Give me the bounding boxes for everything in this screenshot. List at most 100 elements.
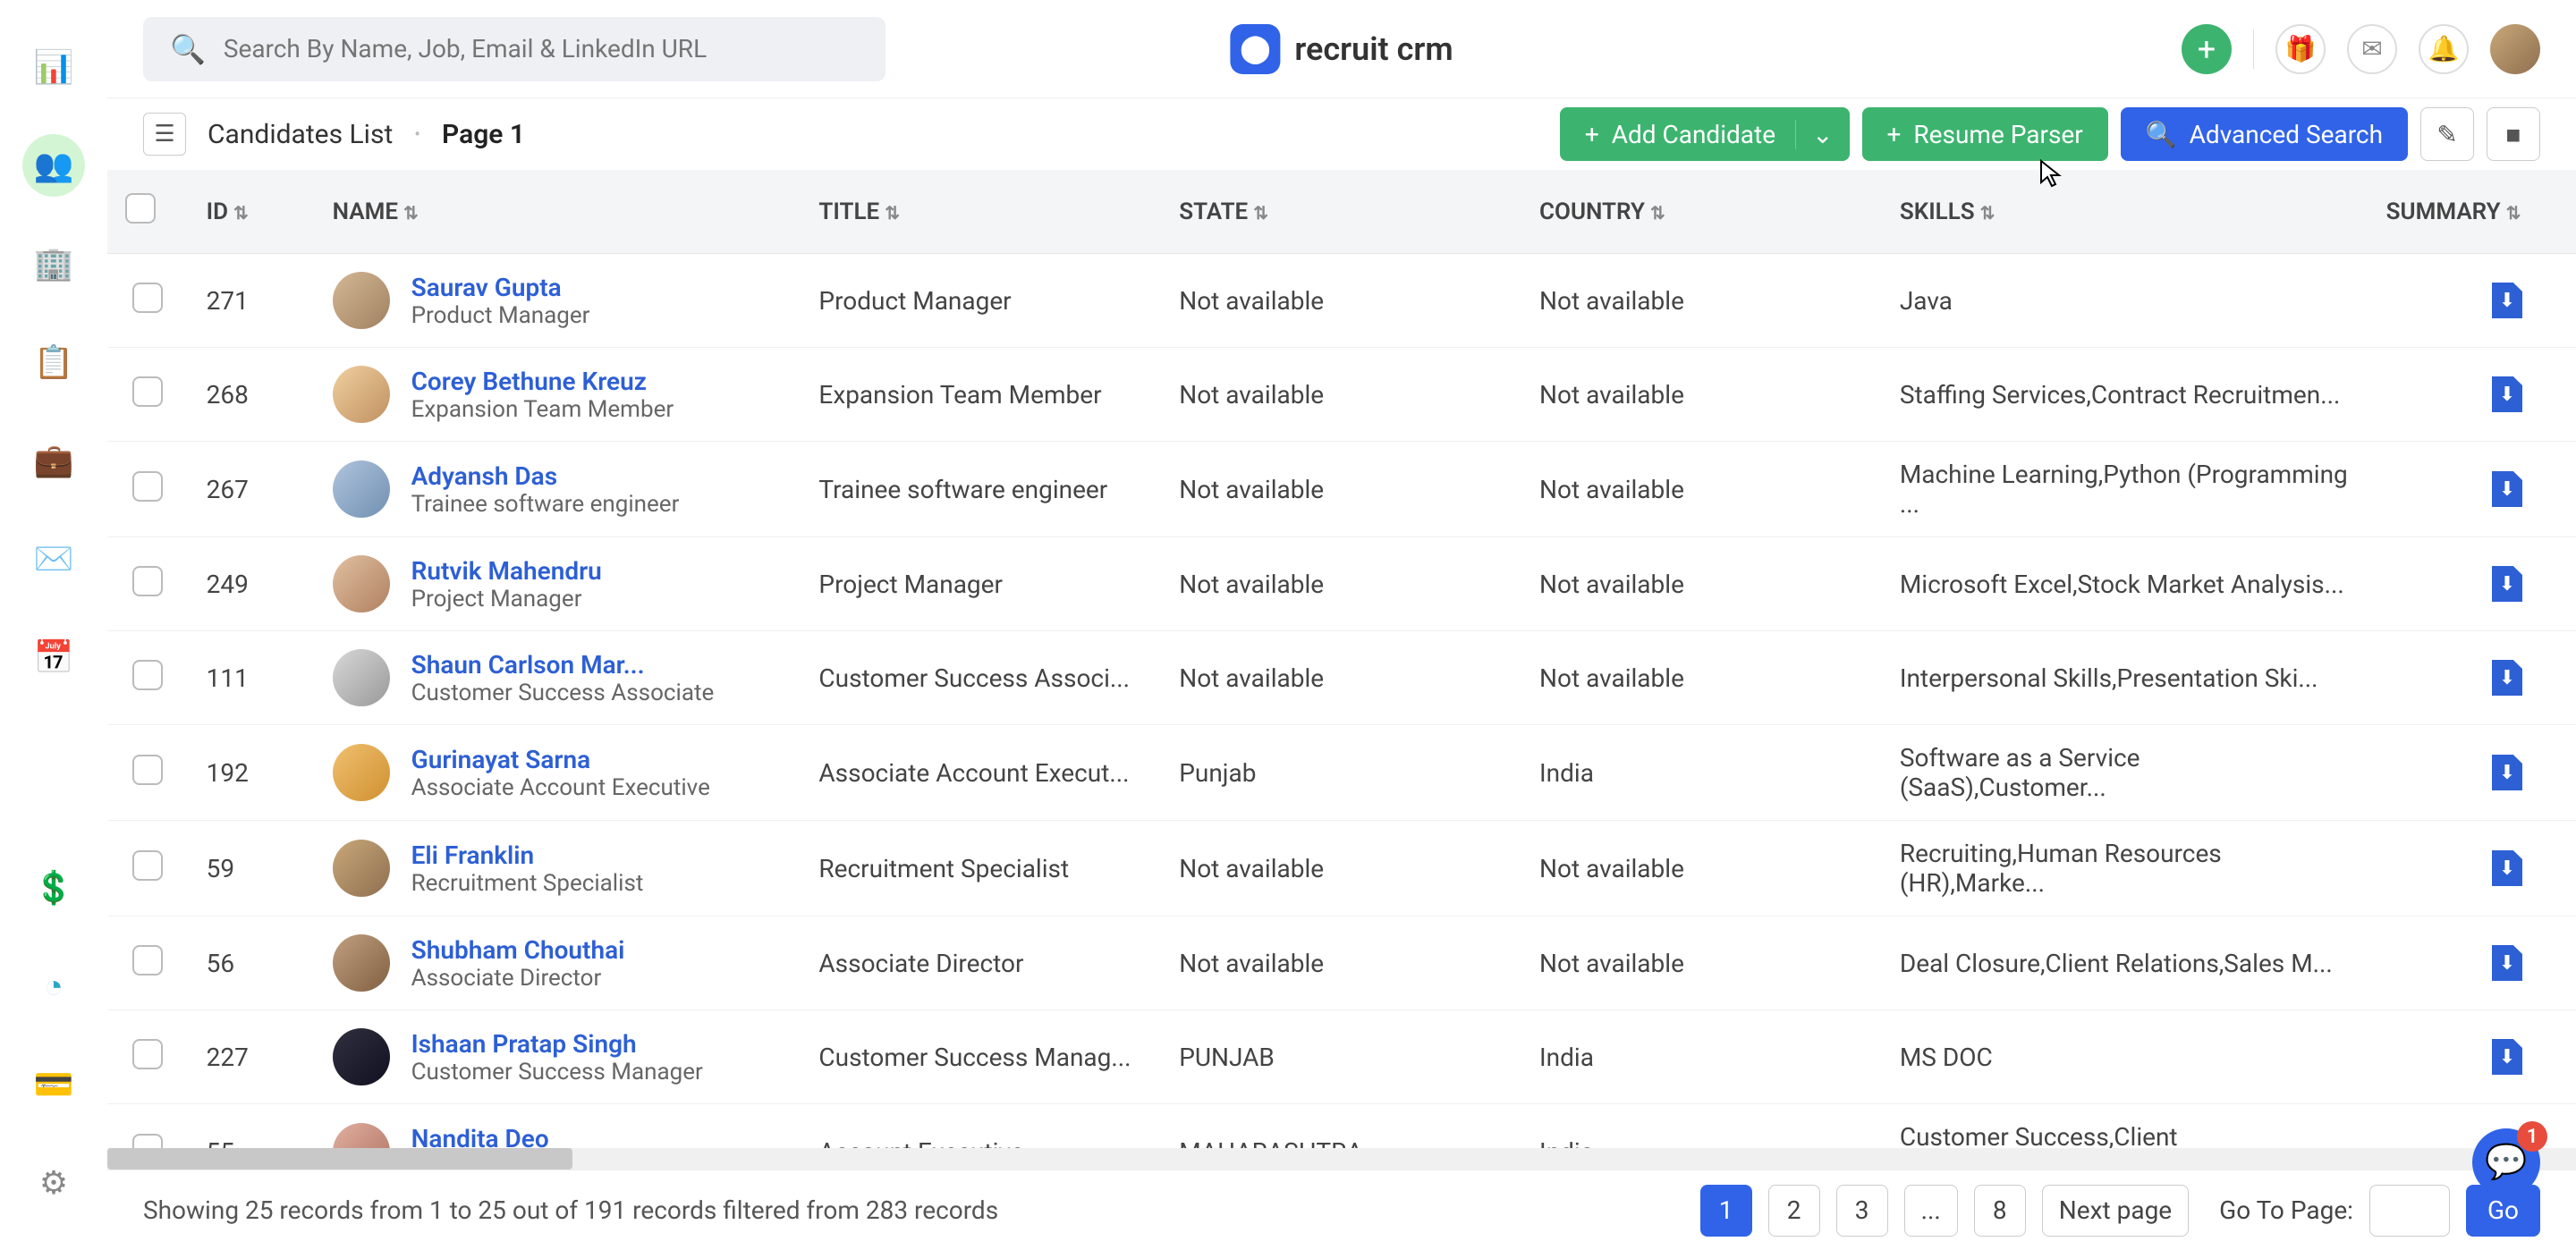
edit-button[interactable]: ✎ (2420, 107, 2474, 161)
cell-state: Not available (1161, 916, 1521, 1010)
search-input[interactable] (224, 34, 859, 63)
row-checkbox[interactable] (132, 566, 163, 596)
download-file-icon[interactable]: ⬇ (2492, 1039, 2522, 1075)
header-add-button[interactable]: + (2182, 24, 2232, 74)
col-skills-header[interactable]: SKILLS⇅ (1900, 198, 1996, 225)
sidebar-item[interactable]: 📋 (22, 331, 85, 393)
cell-country: Not available (1521, 537, 1882, 631)
add-candidate-button[interactable]: + Add Candidate ⌄ (1560, 107, 1850, 161)
row-checkbox[interactable] (132, 660, 163, 690)
sidebar-item[interactable]: ◔ (22, 955, 85, 1018)
col-country-header[interactable]: COUNTRY⇅ (1539, 198, 1665, 225)
cell-state: PUNJAB (1161, 1010, 1521, 1104)
next-page-button[interactable]: Next page (2042, 1185, 2189, 1237)
nav-icon: ✉️ (36, 541, 72, 577)
list-view-icon[interactable]: ☰ (143, 113, 186, 156)
download-file-icon[interactable]: ⬇ (2492, 660, 2522, 696)
sidebar-item[interactable]: 💳 (22, 1053, 85, 1116)
row-checkbox[interactable] (132, 471, 163, 502)
sidebar-item[interactable]: 💲 (22, 857, 85, 919)
row-checkbox[interactable] (132, 283, 163, 313)
candidate-name-link[interactable]: Eli Franklin (411, 840, 644, 870)
row-checkbox[interactable] (132, 850, 163, 881)
global-search[interactable]: 🔍 (143, 17, 886, 81)
cell-state: Not available (1161, 348, 1521, 442)
row-checkbox[interactable] (132, 945, 163, 976)
download-file-icon[interactable]: ⬇ (2492, 945, 2522, 981)
table-row: 59Eli FranklinRecruitment SpecialistRecr… (107, 821, 2576, 916)
table-row: 268Corey Bethune KreuzExpansion Team Mem… (107, 348, 2576, 442)
left-sidebar: 📊 👥 🏢 📋 💼 ✉️ 📅 💲 ◔ 💳 ⚙ (0, 0, 107, 1250)
candidate-name-link[interactable]: Corey Bethune Kreuz (411, 367, 674, 396)
page-number-button[interactable]: 3 (1836, 1185, 1888, 1237)
sidebar-item[interactable]: 📅 (22, 626, 85, 688)
col-title-header[interactable]: TITLE⇅ (818, 198, 900, 225)
avatar (333, 1028, 390, 1085)
chevron-down-icon[interactable]: ⌄ (1795, 120, 1833, 149)
col-summary-header[interactable]: SUMMARY⇅ (2386, 198, 2521, 225)
candidate-subtitle: Associate Director (411, 965, 625, 992)
candidates-table-area: ID⇅ NAME⇅ TITLE⇅ STATE⇅ COUNTRY⇅ SKILLS⇅… (107, 170, 2576, 1170)
avatar (333, 366, 390, 423)
table-row: 249Rutvik MahendruProject ManagerProject… (107, 537, 2576, 631)
sidebar-item[interactable]: 👥 (22, 134, 85, 197)
nav-icon: 💲 (36, 870, 72, 906)
col-state-header[interactable]: STATE⇅ (1179, 198, 1268, 225)
select-all-checkbox[interactable] (125, 193, 156, 224)
candidate-name-link[interactable]: Saurav Gupta (411, 273, 590, 302)
download-file-icon[interactable]: ⬇ (2492, 471, 2522, 507)
gift-icon[interactable]: 🎁 (2275, 24, 2326, 74)
divider (2253, 30, 2254, 69)
page-number-button[interactable]: 1 (1700, 1185, 1752, 1237)
cell-country: Not available (1521, 254, 1882, 348)
col-name-header[interactable]: NAME⇅ (333, 198, 419, 225)
goto-page-input[interactable] (2369, 1185, 2450, 1237)
mail-icon[interactable]: ✉ (2347, 24, 2397, 74)
sort-icon: ⇅ (1650, 202, 1665, 224)
row-checkbox[interactable] (132, 376, 163, 407)
page-number-button[interactable]: 8 (1974, 1185, 2026, 1237)
sidebar-item[interactable]: ✉️ (22, 528, 85, 590)
sidebar-item[interactable]: 🏢 (22, 232, 85, 295)
download-file-icon[interactable]: ⬇ (2492, 755, 2522, 790)
scrollbar-thumb[interactable] (107, 1148, 572, 1170)
candidate-name-link[interactable]: Gurinayat Sarna (411, 745, 710, 774)
candidate-name-link[interactable]: Shaun Carlson Mar... (411, 650, 715, 680)
candidate-name-link[interactable]: Ishaan Pratap Singh (411, 1029, 703, 1059)
user-avatar[interactable] (2490, 24, 2540, 74)
row-checkbox[interactable] (132, 1039, 163, 1069)
candidate-name-link[interactable]: Rutvik Mahendru (411, 556, 602, 586)
plus-icon: + (1887, 120, 1902, 149)
download-file-icon[interactable]: ⬇ (2492, 283, 2522, 318)
horizontal-scrollbar[interactable] (107, 1148, 2576, 1170)
chat-bubble[interactable]: 💬 1 (2472, 1128, 2540, 1196)
cell-title: Customer Success Manag... (801, 1010, 1161, 1104)
sort-icon: ⇅ (1253, 202, 1268, 224)
row-checkbox[interactable] (132, 755, 163, 785)
cell-id: 267 (189, 442, 315, 537)
col-id-header[interactable]: ID⇅ (207, 198, 249, 225)
sidebar-item[interactable]: ⚙ (22, 1152, 85, 1214)
page-indicator: Page 1 (442, 119, 525, 150)
advanced-search-button[interactable]: 🔍 Advanced Search (2121, 107, 2408, 161)
top-header: 🔍 ⬤ recruit crm + 🎁 ✉ 🔔 (107, 0, 2576, 98)
sort-icon: ⇅ (885, 202, 900, 224)
candidate-name-link[interactable]: Adyansh Das (411, 461, 680, 491)
page-number-button[interactable]: 2 (1768, 1185, 1820, 1237)
download-file-icon[interactable]: ⬇ (2492, 376, 2522, 412)
cell-id: 192 (189, 725, 315, 821)
candidate-name-link[interactable]: Shubham Chouthai (411, 935, 625, 965)
resume-parser-button[interactable]: + Resume Parser (1862, 107, 2108, 161)
bell-icon[interactable]: 🔔 (2419, 24, 2469, 74)
sidebar-item[interactable]: 📊 (22, 36, 85, 98)
cell-title: Customer Success Associ... (801, 631, 1161, 725)
footer-bar: Showing 25 records from 1 to 25 out of 1… (107, 1170, 2576, 1250)
download-file-icon[interactable]: ⬇ (2492, 566, 2522, 602)
download-file-icon[interactable]: ⬇ (2492, 850, 2522, 886)
page-subheader: ☰ Candidates List • Page 1 + Add Candida… (107, 98, 2576, 170)
cell-state: Not available (1161, 254, 1521, 348)
sidebar-item[interactable]: 💼 (22, 429, 85, 492)
video-button[interactable]: ■ (2487, 107, 2540, 161)
cell-state: Not available (1161, 631, 1521, 725)
logo-badge-icon: ⬤ (1230, 24, 1280, 74)
